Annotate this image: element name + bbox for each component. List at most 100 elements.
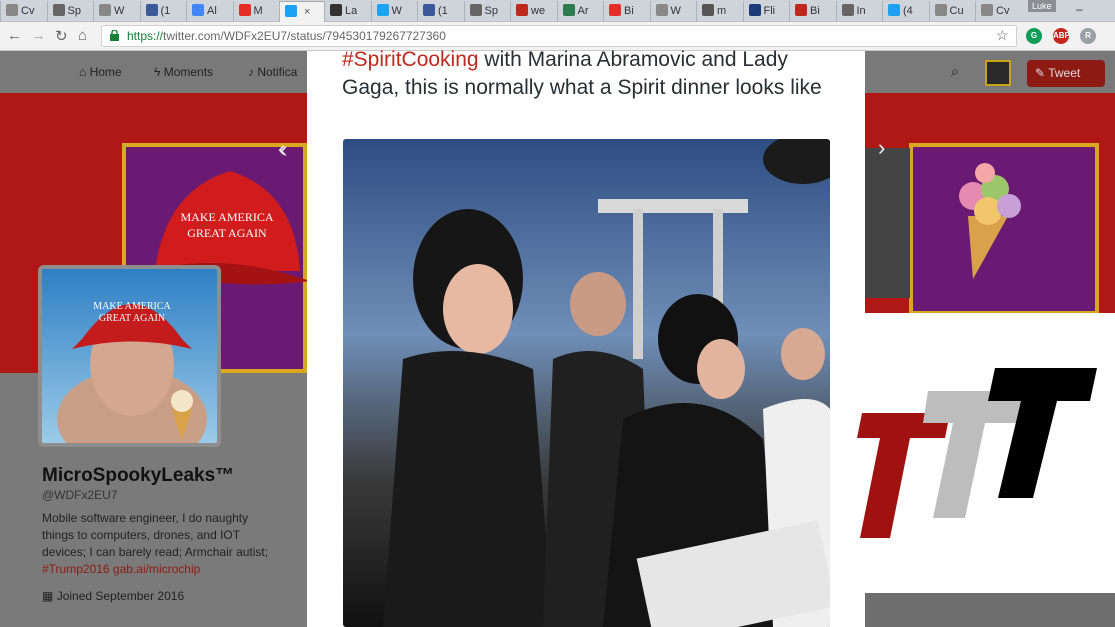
browser-tab[interactable]: Bi [603, 1, 650, 22]
browser-tab[interactable]: Sp [46, 1, 94, 22]
lightning-icon: ϟ [154, 65, 161, 79]
browser-tab[interactable]: (1 [139, 1, 187, 22]
adblock-icon[interactable]: ABP [1053, 28, 1070, 44]
nav-moments-label: Moments [163, 65, 214, 79]
profile-bio: Mobile software engineer, I do naughty t… [42, 510, 282, 578]
profile-name[interactable]: MicroSpookyLeaks™ [42, 465, 234, 487]
youtube-icon [609, 4, 621, 16]
profile-handle[interactable]: @WDFx2EU7 [42, 488, 118, 502]
profile-avatar[interactable]: MAKE AMERICA GREAT AGAIN [38, 265, 221, 447]
profile-banner-right: › [865, 93, 1115, 315]
h-icon [562, 4, 575, 16]
bookmark-icon [330, 4, 342, 16]
page-icon [981, 4, 993, 16]
browser-tab-label: M [253, 5, 263, 17]
browser-tab-label: La [345, 5, 358, 17]
browser-tab[interactable]: (1 [417, 1, 464, 22]
browser-tab-label: In [856, 5, 866, 17]
profile-joined: ▦ Joined September 2016 [42, 589, 184, 603]
browser-tab-label: Ar [577, 5, 589, 17]
ttt-logo-icon [857, 368, 1097, 538]
browser-tab-strip: Cv Sp W (1 Al M × La W (1 Sp we Ar Bi Wm Fli Bi In (4 Cu Cv [0, 0, 1115, 22]
nav-notifications-label: Notifica [257, 65, 298, 79]
nav-home[interactable]: ⌂ Home [79, 65, 122, 79]
channel-logo [835, 313, 1115, 593]
page-icon [934, 4, 947, 16]
browser-tab-label: Sp [67, 5, 81, 17]
joined-text: Joined September 2016 [56, 589, 185, 603]
tweet-button[interactable]: ✎ Tweet [1027, 60, 1105, 87]
globe-icon [469, 4, 482, 16]
close-tab-icon[interactable]: × [304, 6, 310, 18]
browser-tab[interactable]: (4 [882, 1, 929, 22]
carousel-next-icon[interactable]: › [878, 135, 885, 161]
grid-icon [702, 4, 714, 16]
browser-tab[interactable]: Cv [975, 1, 1022, 22]
browser-tab-label: W [391, 5, 402, 17]
bookmark-star-icon[interactable]: ☆ [996, 27, 1009, 44]
tweet-modal: #SpiritCooking with Marina Abramovic and… [307, 48, 865, 627]
tr-icon [516, 4, 528, 16]
tweet-text: #SpiritCooking with Marina Abramovic and… [342, 46, 842, 102]
bio-text: Mobile software engineer, I do naughty t… [42, 511, 269, 559]
nav-home-label: Home [89, 65, 122, 79]
back-icon[interactable]: ← [7, 27, 22, 44]
browser-tab[interactable]: Al [186, 1, 233, 22]
browser-tab-label: Bi [624, 5, 634, 17]
url-field[interactable]: https://twitter.com/WDFx2EU7/status/7945… [101, 25, 1017, 47]
reload-icon[interactable]: ↻ [55, 27, 68, 45]
compose-icon: ✎ [1035, 66, 1046, 80]
twitter-icon [376, 4, 389, 16]
photo-scene [383, 139, 830, 627]
nav-moments[interactable]: ϟ Moments [154, 65, 213, 79]
profile-button[interactable]: Luke [1028, 0, 1056, 12]
tweet-hashtag[interactable]: #SpiritCooking [342, 48, 479, 71]
extension-icon[interactable]: R [1080, 28, 1096, 44]
browser-tab[interactable]: M [232, 1, 280, 22]
lock-icon [110, 30, 119, 41]
forward-icon[interactable]: → [31, 27, 46, 44]
calendar-icon: ▦ [42, 589, 54, 603]
google-icon [192, 4, 204, 16]
browser-tab[interactable]: Cu [928, 1, 976, 22]
user-avatar-small[interactable] [985, 60, 1011, 86]
nav-notifications[interactable]: ♪ Notifica [248, 65, 297, 79]
extension-icon[interactable]: G [1026, 28, 1042, 44]
browser-tab[interactable]: Ar [556, 1, 604, 22]
youtube-icon [238, 4, 251, 16]
browser-tab[interactable]: Bi [789, 1, 836, 22]
tweet-photo[interactable] [343, 139, 830, 627]
browser-tab[interactable]: W [649, 1, 697, 22]
browser-tab[interactable]: Fli [742, 1, 790, 22]
browser-tab[interactable]: W [93, 1, 140, 22]
browser-tab-label: Cu [949, 5, 964, 17]
page-icon [6, 4, 18, 16]
browser-tab[interactable]: × [279, 1, 324, 22]
twitter-icon [888, 4, 900, 16]
browser-tab[interactable]: m [696, 1, 743, 22]
url-scheme: https:// [127, 29, 164, 43]
home-icon: ⌂ [79, 65, 87, 79]
previous-arrow-icon[interactable]: ‹ [280, 137, 287, 163]
browser-tab-label: W [670, 5, 681, 17]
globe-icon [52, 4, 65, 16]
bio-links[interactable]: #Trump2016 gab.ai/microchip [42, 562, 200, 576]
browser-tab-label: (1 [160, 5, 171, 17]
browser-tab[interactable]: Sp [463, 1, 511, 22]
minimize-icon[interactable]: – [1076, 2, 1083, 16]
browser-tab[interactable]: Cv [0, 1, 47, 22]
avatar-hat-line1: MAKE AMERICA [93, 301, 171, 312]
browser-tab[interactable]: W [370, 1, 418, 22]
browser-tab-label: W [114, 5, 125, 17]
browser-tab-label: Fli [763, 5, 776, 17]
browser-tab[interactable]: In [835, 1, 883, 22]
browser-tab[interactable]: La [324, 1, 371, 22]
tweet-button-label: Tweet [1048, 66, 1081, 80]
home-icon[interactable]: ⌂ [78, 27, 87, 44]
search-icon[interactable]: ⌕ [951, 63, 959, 80]
browser-tab-label: Cv [996, 5, 1010, 17]
hat-text-line1: MAKE AMERICA [180, 210, 273, 224]
browser-tab-label: Bi [810, 5, 820, 17]
browser-tab[interactable]: we [510, 1, 557, 22]
browser-tab-label: Sp [484, 5, 498, 17]
